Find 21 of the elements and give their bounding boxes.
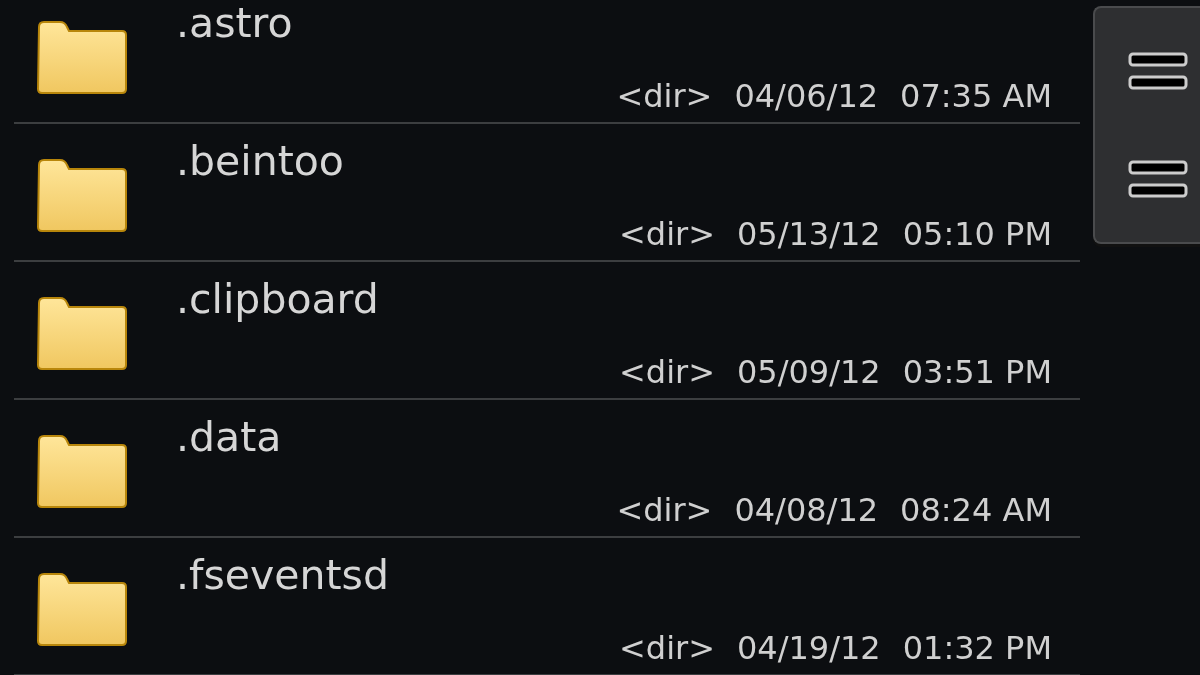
file-time: 07:35 AM — [900, 76, 1052, 116]
file-type: <dir> — [616, 76, 713, 116]
file-name: .beintoo — [176, 136, 344, 186]
file-type: <dir> — [619, 214, 715, 254]
file-time: 01:32 PM — [902, 628, 1052, 668]
file-time: 08:24 AM — [900, 490, 1052, 530]
file-date: 05/13/12 — [737, 214, 881, 254]
file-type: <dir> — [619, 628, 715, 668]
file-type: <dir> — [616, 490, 713, 530]
file-name: .fseventsd — [176, 550, 389, 600]
file-date: 04/08/12 — [734, 490, 879, 530]
scroll-thumb[interactable] — [1093, 6, 1200, 244]
file-type: <dir> — [619, 352, 715, 392]
file-date: 04/06/12 — [734, 76, 879, 116]
file-time: 05:10 PM — [902, 214, 1052, 254]
file-time: 03:51 PM — [902, 352, 1052, 392]
file-name: .clipboard — [176, 274, 379, 324]
file-name: .astro — [176, 0, 293, 48]
file-date: 04/19/12 — [737, 628, 881, 668]
file-name: .data — [176, 412, 282, 462]
file-date: 05/09/12 — [737, 352, 881, 392]
